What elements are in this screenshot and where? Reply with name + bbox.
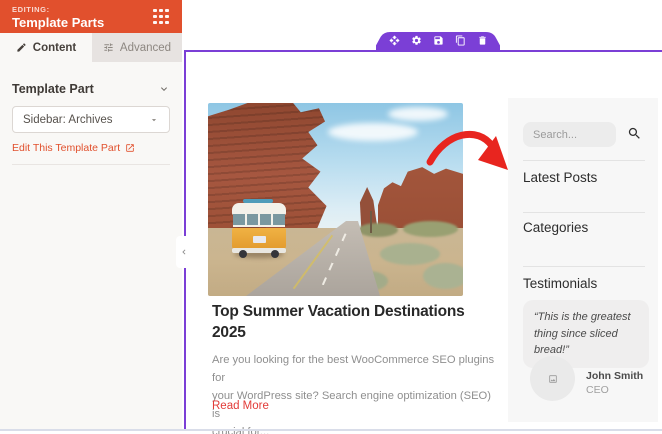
tab-advanced[interactable]: Advanced	[92, 33, 182, 62]
van-wheel	[271, 250, 279, 258]
sidebar-divider	[523, 266, 645, 267]
edit-template-part-link[interactable]: Edit This Template Part	[12, 142, 135, 154]
tab-advanced-label: Advanced	[120, 42, 171, 54]
edit-template-part-label: Edit This Template Part	[12, 142, 120, 154]
bottom-edge-line	[0, 429, 662, 431]
duplicate-icon[interactable]	[455, 35, 466, 46]
settings-gear-icon[interactable]	[411, 35, 422, 46]
testimonials-heading: Testimonials	[523, 276, 597, 291]
read-more-link[interactable]: Read More	[212, 400, 269, 412]
testimonial-name: John Smith	[586, 370, 643, 382]
search-icon	[627, 126, 642, 141]
search-button[interactable]	[627, 126, 642, 146]
chevron-down-icon	[158, 83, 170, 95]
move-icon[interactable]	[389, 35, 400, 46]
panel-divider	[12, 164, 170, 165]
van-windows	[233, 214, 285, 227]
chevron-left-icon	[179, 247, 189, 257]
cloud-shape	[388, 107, 448, 121]
categories-heading: Categories	[523, 220, 588, 235]
panel-tabbar: Content Advanced	[0, 33, 182, 62]
post-title: Top Summer Vacation Destinations 2025	[212, 301, 492, 343]
app-window: EDITING: Template Parts Content Advanced…	[0, 0, 662, 434]
van-wheel	[239, 250, 247, 258]
testimonial-avatar	[530, 356, 575, 401]
latest-posts-heading: Latest Posts	[523, 170, 597, 185]
tab-content[interactable]: Content	[0, 33, 92, 62]
scrub-bush	[403, 221, 458, 237]
search-input[interactable]	[523, 122, 616, 147]
post-excerpt: Are you looking for the best WooCommerce…	[212, 351, 502, 434]
tab-content-label: Content	[33, 42, 76, 54]
select-caret-icon	[149, 115, 159, 125]
external-link-icon	[125, 143, 135, 153]
sliders-icon	[103, 42, 114, 53]
van-plate	[253, 236, 266, 243]
panel-header: EDITING: Template Parts	[0, 0, 182, 33]
cloud-shape	[328, 123, 418, 141]
scrub-bush	[358, 223, 398, 237]
scrub-bush	[423, 263, 463, 289]
image-placeholder-icon	[548, 374, 558, 384]
save-icon[interactable]	[433, 35, 444, 46]
drag-grid-icon[interactable]	[153, 9, 169, 24]
sidebar-divider	[523, 160, 645, 161]
testimonial-role: CEO	[586, 384, 609, 396]
sidebar-divider	[523, 212, 645, 213]
panel-collapse-handle[interactable]	[176, 236, 192, 268]
template-part-section-toggle[interactable]: Template Part	[12, 82, 170, 96]
delete-trash-icon[interactable]	[477, 35, 488, 46]
post-featured-image[interactable]	[208, 103, 463, 296]
template-part-heading: Template Part	[12, 82, 94, 96]
editing-label: EDITING:	[12, 5, 170, 14]
sidebar-template-part[interactable]: Latest Posts Categories Uncategorized Te…	[508, 98, 658, 422]
toolbar-icons	[376, 35, 500, 46]
block-toolbar	[376, 32, 500, 51]
pencil-icon	[16, 42, 27, 53]
sign-pole	[370, 211, 372, 233]
scrub-bush	[380, 243, 440, 265]
camper-van-illustration	[232, 199, 286, 256]
panel-title: Template Parts	[12, 15, 170, 30]
template-part-select[interactable]: Sidebar: Archives	[12, 106, 170, 133]
template-part-select-value: Sidebar: Archives	[23, 114, 113, 126]
settings-panel: EDITING: Template Parts Content Advanced…	[0, 0, 182, 429]
